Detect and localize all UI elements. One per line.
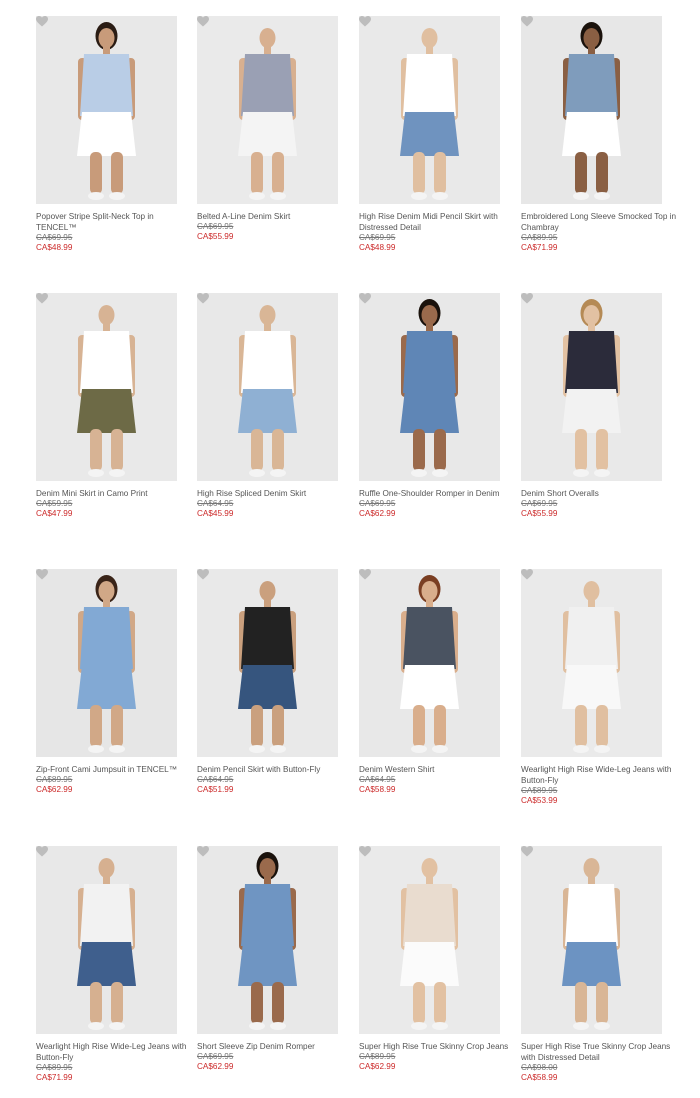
product-image[interactable] xyxy=(521,846,662,1034)
product-name[interactable]: Super High Rise True Skinny Crop Jeans w… xyxy=(521,1041,681,1063)
sale-price: CA$47.99 xyxy=(36,509,73,518)
heart-icon[interactable] xyxy=(36,569,48,580)
product-image[interactable] xyxy=(36,846,177,1034)
original-price: CA$64.95 xyxy=(359,775,396,784)
product-image[interactable] xyxy=(197,569,338,757)
model-illustration xyxy=(562,575,621,753)
product-name[interactable]: Embroidered Long Sleeve Smocked Top in C… xyxy=(521,211,681,233)
product-image[interactable] xyxy=(197,16,338,204)
product-image[interactable] xyxy=(521,293,662,481)
sale-price: CA$48.99 xyxy=(359,243,396,252)
original-price: CA$98.00 xyxy=(521,1063,558,1072)
model-illustration xyxy=(400,852,459,1030)
heart-icon[interactable] xyxy=(521,846,533,857)
sale-price: CA$48.99 xyxy=(36,243,73,252)
model-illustration xyxy=(77,22,136,200)
heart-icon[interactable] xyxy=(521,293,533,304)
model-illustration xyxy=(562,299,621,477)
heart-icon[interactable] xyxy=(359,16,371,27)
model-illustration xyxy=(77,299,136,477)
product-image[interactable] xyxy=(359,16,500,204)
model-illustration xyxy=(400,22,459,200)
heart-icon[interactable] xyxy=(359,569,371,580)
sale-price: CA$53.99 xyxy=(521,796,558,805)
product-name[interactable]: Denim Western Shirt xyxy=(359,764,519,775)
product-name[interactable]: Super High Rise True Skinny Crop Jeans xyxy=(359,1041,519,1052)
sale-price: CA$58.99 xyxy=(521,1073,558,1082)
product-image[interactable] xyxy=(36,16,177,204)
heart-icon[interactable] xyxy=(197,293,209,304)
sale-price: CA$62.99 xyxy=(359,509,396,518)
sale-price: CA$71.99 xyxy=(521,243,558,252)
product-name[interactable]: Denim Short Overalls xyxy=(521,488,681,499)
original-price: CA$64.95 xyxy=(197,499,234,508)
heart-icon[interactable] xyxy=(521,16,533,27)
sale-price: CA$45.99 xyxy=(197,509,234,518)
original-price: CA$89.95 xyxy=(359,1052,396,1061)
product-name[interactable]: Wearlight High Rise Wide-Leg Jeans with … xyxy=(36,1041,196,1063)
model-illustration xyxy=(238,299,297,477)
original-price: CA$89.95 xyxy=(521,233,558,242)
sale-price: CA$51.99 xyxy=(197,785,234,794)
product-image[interactable] xyxy=(521,569,662,757)
product-name[interactable]: High Rise Denim Midi Pencil Skirt with D… xyxy=(359,211,519,233)
original-price: CA$69.95 xyxy=(197,1052,234,1061)
product-name[interactable]: Denim Mini Skirt in Camo Print xyxy=(36,488,196,499)
model-illustration xyxy=(562,852,621,1030)
heart-icon[interactable] xyxy=(197,16,209,27)
original-price: CA$69.95 xyxy=(359,499,396,508)
model-illustration xyxy=(238,852,297,1030)
original-price: CA$89.95 xyxy=(36,1063,73,1072)
original-price: CA$69.95 xyxy=(359,233,396,242)
model-illustration xyxy=(400,575,459,753)
original-price: CA$59.95 xyxy=(36,499,73,508)
product-name[interactable]: Popover Stripe Split-Neck Top in TENCEL™ xyxy=(36,211,196,233)
product-name[interactable]: Zip-Front Cami Jumpsuit in TENCEL™ xyxy=(36,764,196,775)
product-image[interactable] xyxy=(36,293,177,481)
original-price: CA$69.95 xyxy=(197,222,234,231)
heart-icon[interactable] xyxy=(359,846,371,857)
heart-icon[interactable] xyxy=(36,16,48,27)
sale-price: CA$58.99 xyxy=(359,785,396,794)
original-price: CA$89.95 xyxy=(521,786,558,795)
product-grid: Popover Stripe Split-Neck Top in TENCEL™… xyxy=(0,0,700,1098)
original-price: CA$64.95 xyxy=(197,775,234,784)
product-name[interactable]: Denim Pencil Skirt with Button-Fly xyxy=(197,764,357,775)
product-image[interactable] xyxy=(359,569,500,757)
heart-icon[interactable] xyxy=(521,569,533,580)
sale-price: CA$62.99 xyxy=(359,1062,396,1071)
heart-icon[interactable] xyxy=(36,846,48,857)
product-image[interactable] xyxy=(197,293,338,481)
heart-icon[interactable] xyxy=(36,293,48,304)
product-image[interactable] xyxy=(36,569,177,757)
product-name[interactable]: High Rise Spliced Denim Skirt xyxy=(197,488,357,499)
model-illustration xyxy=(400,299,459,477)
product-name[interactable]: Ruffle One-Shoulder Romper in Denim xyxy=(359,488,519,499)
original-price: CA$69.95 xyxy=(36,233,73,242)
sale-price: CA$62.99 xyxy=(197,1062,234,1071)
original-price: CA$89.95 xyxy=(36,775,73,784)
model-illustration xyxy=(238,22,297,200)
heart-icon[interactable] xyxy=(197,569,209,580)
model-illustration xyxy=(238,575,297,753)
heart-icon[interactable] xyxy=(197,846,209,857)
product-image[interactable] xyxy=(359,293,500,481)
product-image[interactable] xyxy=(521,16,662,204)
sale-price: CA$62.99 xyxy=(36,785,73,794)
heart-icon[interactable] xyxy=(359,293,371,304)
product-image[interactable] xyxy=(197,846,338,1034)
sale-price: CA$55.99 xyxy=(521,509,558,518)
model-illustration xyxy=(77,575,136,753)
product-name[interactable]: Belted A-Line Denim Skirt xyxy=(197,211,357,222)
sale-price: CA$55.99 xyxy=(197,232,234,241)
product-name[interactable]: Short Sleeve Zip Denim Romper xyxy=(197,1041,357,1052)
model-illustration xyxy=(77,852,136,1030)
sale-price: CA$71.99 xyxy=(36,1073,73,1082)
model-illustration xyxy=(562,22,621,200)
product-name[interactable]: Wearlight High Rise Wide-Leg Jeans with … xyxy=(521,764,681,786)
product-image[interactable] xyxy=(359,846,500,1034)
original-price: CA$69.95 xyxy=(521,499,558,508)
